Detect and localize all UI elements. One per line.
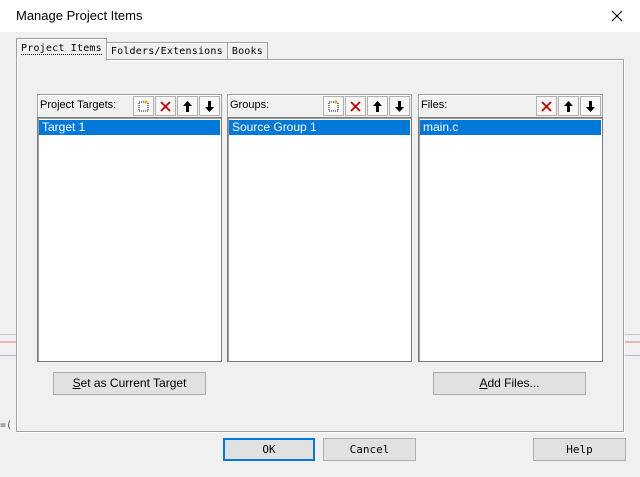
tab-label: Project Items [21,43,102,55]
panel-header: Groups: [227,94,412,117]
files-panel: Files: main.c [418,94,603,365]
panel-toolbar [322,96,410,116]
new-icon [138,99,149,111]
move-file-up-button[interactable] [558,96,579,116]
button-label: et as Current Target [80,376,187,390]
button-label: dd Files... [487,376,540,390]
panel-label: Project Targets: [40,99,117,111]
delete-icon [350,100,361,112]
tab-books[interactable]: Books [226,42,268,60]
project-targets-panel: Project Targets: Target 1 [37,94,222,365]
tab-strip: Project Items Folders/Extensions Books [16,38,268,61]
delete-group-button[interactable] [345,96,366,116]
tab-folders-extensions[interactable]: Folders/Extensions [105,42,228,60]
set-as-current-target-button[interactable]: Set as Current Target [53,372,206,395]
cancel-button[interactable]: Cancel [323,438,416,461]
move-down-icon [586,100,595,112]
list-item[interactable]: Target 1 [39,120,220,135]
move-up-icon [564,100,573,112]
delete-target-button[interactable] [155,96,176,116]
new-icon [328,99,339,111]
panel-toolbar [535,96,601,116]
delete-file-button[interactable] [536,96,557,116]
new-group-button[interactable] [323,96,344,116]
window-title: Manage Project Items [16,8,143,23]
move-file-down-button[interactable] [580,96,601,116]
targets-list[interactable]: Target 1 [37,117,222,362]
panel-header: Project Targets: [37,94,222,117]
close-button[interactable] [594,0,640,32]
delete-icon [160,100,171,112]
close-icon [611,10,623,22]
title-bar: Manage Project Items [0,0,640,32]
list-item[interactable]: main.c [420,120,601,135]
ok-button[interactable]: OK [223,438,315,461]
move-down-icon [395,100,404,112]
delete-icon [541,100,552,112]
move-up-icon [183,100,192,112]
move-down-icon [205,100,214,112]
accelerator-key: S [72,376,81,390]
new-target-button[interactable] [133,96,154,116]
help-button[interactable]: Help [533,438,626,461]
add-files-button[interactable]: Add Files... [433,372,586,395]
move-group-up-button[interactable] [367,96,388,116]
list-item[interactable]: Source Group 1 [229,120,410,135]
panel-header: Files: [418,94,603,117]
groups-panel: Groups: Source Group 1 [227,94,412,365]
files-list[interactable]: main.c [418,117,603,362]
background-artifact: =( [0,420,13,431]
panel-label: Files: [421,99,448,111]
panel-label: Groups: [230,99,270,111]
move-up-icon [373,100,382,112]
tab-project-items[interactable]: Project Items [16,38,107,61]
tab-label: Books [231,46,263,57]
move-target-up-button[interactable] [177,96,198,116]
groups-list[interactable]: Source Group 1 [227,117,412,362]
move-group-down-button[interactable] [389,96,410,116]
panel-toolbar [132,96,220,116]
move-target-down-button[interactable] [199,96,220,116]
tab-label: Folders/Extensions [110,46,223,57]
